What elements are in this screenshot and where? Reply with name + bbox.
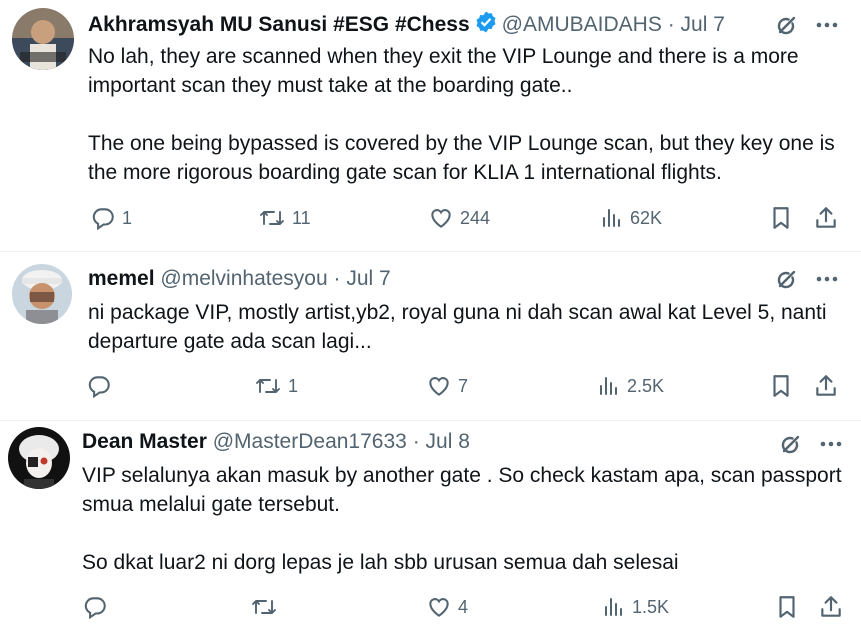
avatar[interactable] bbox=[12, 8, 74, 70]
bookmark-button[interactable] bbox=[768, 373, 794, 399]
heart-icon bbox=[429, 377, 449, 396]
like-count: 4 bbox=[458, 596, 469, 617]
share-icon bbox=[821, 596, 841, 617]
views-button[interactable]: 2.5K bbox=[597, 373, 664, 399]
reply-count: 1 bbox=[122, 207, 133, 228]
more-options-icon[interactable] bbox=[814, 12, 840, 38]
share-icon bbox=[816, 375, 836, 396]
grok-icon[interactable] bbox=[774, 266, 800, 292]
repost-button[interactable]: 1 bbox=[254, 373, 298, 399]
separator: · bbox=[412, 430, 420, 453]
bookmark-button[interactable] bbox=[768, 205, 794, 231]
views-icon bbox=[600, 377, 617, 395]
views-count: 62K bbox=[630, 207, 663, 228]
like-button[interactable]: 4 bbox=[426, 594, 468, 620]
bookmark-button[interactable] bbox=[774, 594, 800, 620]
author-handle[interactable]: @melvinhatesyou bbox=[160, 267, 327, 290]
more-options-icon[interactable] bbox=[814, 266, 840, 292]
author-name[interactable]: Dean Master bbox=[82, 430, 207, 453]
action-bar: 4 1.5K bbox=[0, 591, 861, 625]
tweet-text: VIP selalunya akan masuk by another gate… bbox=[82, 464, 842, 574]
like-count: 7 bbox=[458, 375, 469, 396]
tweet-text: ni package VIP, mostly artist,yb2, royal… bbox=[88, 301, 827, 353]
bookmark-icon bbox=[779, 596, 795, 618]
tweet-3[interactable]: Dean Master @MasterDean17633 · Jul 8 VIP… bbox=[0, 421, 861, 632]
bookmark-icon bbox=[773, 207, 789, 229]
views-count: 1.5K bbox=[632, 596, 670, 617]
tweet-2[interactable]: memel @melvinhatesyou · Jul 7 ni package… bbox=[0, 252, 861, 421]
tweet-1[interactable]: Akhramsyah MU Sanusi #ESG #Chess @AMUBAID… bbox=[0, 0, 861, 252]
tweet-text: No lah, they are scanned when they exit … bbox=[88, 45, 835, 184]
avatar[interactable] bbox=[12, 264, 72, 324]
reply-icon bbox=[84, 597, 106, 620]
reply-icon bbox=[92, 208, 114, 231]
reply-button[interactable]: 1 bbox=[90, 205, 132, 231]
action-bar: 1 7 2.5K bbox=[0, 370, 861, 404]
reply-button[interactable] bbox=[82, 594, 114, 620]
share-button[interactable] bbox=[818, 594, 844, 620]
repost-icon bbox=[260, 211, 284, 225]
separator: · bbox=[333, 267, 341, 290]
avatar[interactable] bbox=[8, 427, 70, 489]
reply-icon bbox=[88, 376, 110, 399]
share-icon bbox=[816, 207, 836, 228]
like-button[interactable]: 244 bbox=[428, 205, 490, 231]
author-handle[interactable]: @AMUBAIDAHS bbox=[502, 13, 662, 36]
like-button[interactable]: 7 bbox=[426, 373, 468, 399]
action-bar: 1 11 244 62K bbox=[0, 202, 861, 236]
views-button[interactable]: 62K bbox=[600, 205, 662, 231]
repost-icon bbox=[256, 379, 280, 393]
heart-icon bbox=[429, 598, 449, 617]
author-name[interactable]: memel bbox=[88, 267, 155, 290]
verified-badge-icon bbox=[474, 10, 498, 41]
bookmark-icon bbox=[773, 375, 789, 397]
author-handle[interactable]: @MasterDean17633 bbox=[213, 430, 407, 453]
author-name[interactable]: Akhramsyah MU Sanusi #ESG #Chess bbox=[88, 13, 470, 36]
repost-icon bbox=[252, 600, 276, 614]
grok-icon[interactable] bbox=[774, 12, 800, 38]
reply-button[interactable] bbox=[86, 373, 118, 399]
share-button[interactable] bbox=[813, 373, 839, 399]
repost-button[interactable] bbox=[250, 594, 284, 620]
separator: · bbox=[667, 13, 675, 36]
views-count: 2.5K bbox=[627, 375, 665, 396]
heart-icon bbox=[431, 209, 451, 228]
views-button[interactable]: 1.5K bbox=[602, 594, 669, 620]
tweet-date[interactable]: Jul 8 bbox=[426, 430, 470, 453]
grok-icon[interactable] bbox=[778, 431, 804, 457]
share-button[interactable] bbox=[813, 205, 839, 231]
repost-count: 1 bbox=[288, 375, 299, 396]
repost-button[interactable]: 11 bbox=[258, 205, 311, 231]
repost-count: 11 bbox=[292, 207, 311, 228]
like-count: 244 bbox=[460, 207, 491, 228]
views-icon bbox=[603, 209, 620, 227]
tweet-date[interactable]: Jul 7 bbox=[346, 267, 390, 290]
more-options-icon[interactable] bbox=[818, 431, 844, 457]
views-icon bbox=[605, 598, 622, 616]
tweet-date[interactable]: Jul 7 bbox=[681, 13, 725, 36]
